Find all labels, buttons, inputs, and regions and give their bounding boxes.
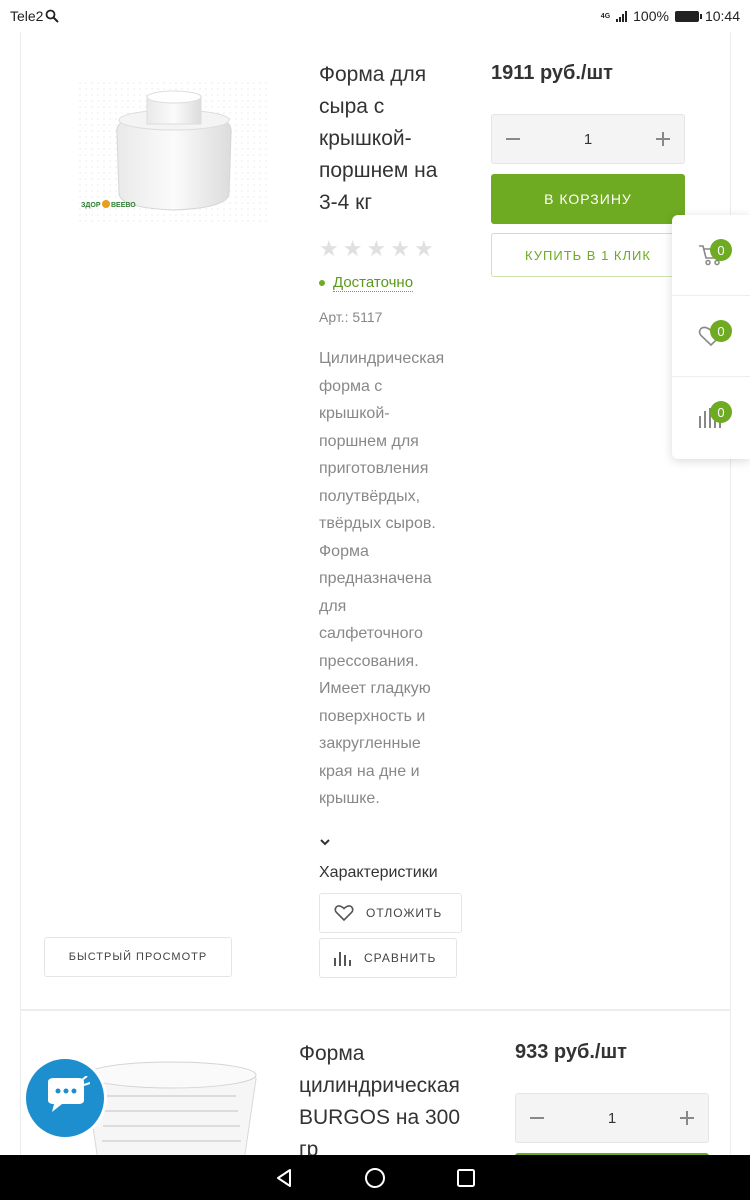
chevron-down-icon[interactable]: [319, 836, 331, 848]
desc-line: форма с: [319, 377, 383, 395]
network-type: 4G: [600, 12, 611, 20]
desc-line: поверхность и: [319, 707, 426, 725]
back-icon[interactable]: [274, 1168, 294, 1188]
side-favorites-button[interactable]: 0: [672, 296, 750, 377]
chat-icon: [48, 1076, 90, 1112]
desc-line: предназначена: [319, 570, 432, 587]
status-right: 4G 100% 10:44: [601, 8, 740, 24]
product-price: 933 руб./шт: [515, 1041, 627, 1063]
desc-line: крышкой-: [319, 405, 390, 422]
defer-label: ОТЛОЖИТЬ: [366, 906, 443, 920]
quantity-value[interactable]: 1: [584, 131, 592, 148]
star-icon[interactable]: ★: [390, 238, 410, 260]
decrease-button[interactable]: [528, 1109, 546, 1127]
defer-button[interactable]: ОТЛОЖИТЬ: [319, 893, 462, 933]
clock: 10:44: [704, 8, 740, 24]
desc-line: края на дне и: [319, 762, 420, 780]
title-line: 3-4 кг: [319, 191, 373, 214]
desc-line: салфеточного: [319, 625, 423, 642]
compare-count-badge: 0: [710, 401, 732, 423]
add-to-cart-button[interactable]: В КОРЗИНУ: [491, 174, 685, 224]
cart-count-badge: 0: [710, 239, 732, 261]
desc-line: для: [319, 597, 347, 615]
svg-text:ЗДОР: ЗДОР: [81, 202, 101, 209]
side-cart-button[interactable]: 0: [672, 215, 750, 296]
quantity-stepper[interactable]: 1: [515, 1093, 709, 1143]
battery-icon: [674, 10, 702, 22]
title-line: Форма для: [319, 63, 427, 86]
characteristics-link[interactable]: Характеристики: [319, 864, 438, 882]
quantity-value[interactable]: 1: [608, 1110, 616, 1127]
svg-text:ВЕЕВО: ВЕЕВО: [111, 202, 136, 209]
side-compare-button[interactable]: 0: [672, 377, 750, 458]
search-icon: [46, 9, 60, 23]
desc-line: крышке.: [319, 790, 380, 807]
desc-line: Имеет гладкую: [319, 680, 431, 697]
title-line: цилиндрическая: [299, 1074, 460, 1097]
product-card: Форма цилиндрическая BURGOS на 300 гр 93…: [20, 1010, 731, 1155]
star-icon[interactable]: ★: [319, 238, 339, 260]
desc-line: полутвёрдых,: [319, 487, 421, 505]
article-number: Арт.: 5117: [319, 309, 383, 325]
carrier-name: Tele2: [10, 8, 44, 24]
title-line: крышкой-: [319, 127, 412, 150]
buy-one-click-button[interactable]: КУПИТЬ В 1 КЛИК: [491, 233, 685, 277]
star-icon[interactable]: ★: [366, 238, 386, 260]
stock-status[interactable]: Достаточно: [319, 274, 414, 292]
desc-line: приготовления: [319, 460, 429, 477]
home-icon[interactable]: [364, 1167, 386, 1189]
star-icon[interactable]: ★: [343, 238, 363, 260]
desc-line: закругленные: [319, 735, 421, 752]
product-image[interactable]: [76, 1051, 266, 1155]
desc-line: поршнем для: [319, 432, 419, 450]
favorites-count-badge: 0: [710, 320, 732, 342]
increase-button[interactable]: [678, 1109, 696, 1127]
rating-stars[interactable]: ★ ★ ★ ★ ★: [319, 238, 434, 260]
title-line: гр: [299, 1138, 319, 1155]
compare-button[interactable]: СРАВНИТЬ: [319, 938, 457, 978]
product-image[interactable]: ЗДОР ВЕЕВО: [79, 82, 269, 222]
compare-label: СРАВНИТЬ: [364, 951, 437, 965]
heart-icon: [334, 905, 354, 922]
desc-line: прессования.: [319, 652, 419, 670]
product-description: Цилиндрическая форма с крышкой- поршнем …: [319, 345, 469, 813]
title-line: BURGOS на 300: [299, 1106, 460, 1129]
chat-widget-button[interactable]: [26, 1059, 104, 1137]
product-title[interactable]: Форма цилиндрическая BURGOS на 300 гр: [299, 1038, 499, 1155]
desc-line: Цилиндрическая: [319, 350, 445, 367]
quick-view-button[interactable]: БЫСТРЫЙ ПРОСМОТР: [44, 937, 232, 977]
product-title[interactable]: Форма для сыра с крышкой- поршнем на 3-4…: [319, 59, 489, 219]
system-nav-bar: [0, 1155, 750, 1200]
desc-line: Форма: [319, 542, 369, 560]
increase-button[interactable]: [654, 130, 672, 148]
star-icon[interactable]: ★: [414, 238, 434, 260]
status-left: Tele2: [10, 8, 60, 24]
decrease-button[interactable]: [504, 130, 522, 148]
stock-label: Достаточно: [333, 274, 414, 292]
page: ЗДОР ВЕЕВО Форма для сыра с крышкой- пор…: [0, 32, 750, 1155]
recents-icon[interactable]: [456, 1168, 476, 1188]
status-bar: Tele2 4G 100% 10:44: [0, 0, 750, 32]
title-line: поршнем на: [319, 159, 438, 182]
product-card: ЗДОР ВЕЕВО Форма для сыра с крышкой- пор…: [20, 32, 731, 1010]
product-price: 1911 руб./шт: [491, 62, 613, 84]
compare-icon: [334, 952, 351, 966]
title-line: сыра с: [319, 95, 385, 118]
stock-dot-icon: [319, 280, 325, 286]
title-line: Форма: [299, 1042, 365, 1065]
floating-side-panel: 0 0 0: [672, 215, 750, 459]
signal-icon: [616, 10, 628, 22]
desc-line: твёрдых сыров.: [319, 515, 436, 532]
quantity-stepper[interactable]: 1: [491, 114, 685, 164]
battery-percent: 100%: [633, 8, 669, 24]
